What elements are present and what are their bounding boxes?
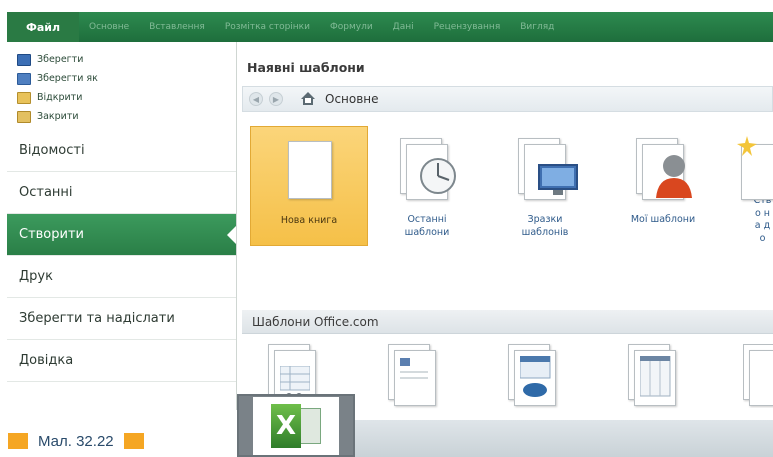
officecom-template-4[interactable]: [628, 344, 688, 408]
sample-templates-icon: [510, 134, 580, 202]
nav-item-save-send[interactable]: Зберегти та надіслати: [7, 298, 236, 340]
excel-icon-tile: X: [253, 396, 339, 455]
new-from-existing-icon: [733, 134, 773, 200]
open-label: Відкрити: [37, 92, 83, 103]
nav-item-help[interactable]: Довідка: [7, 340, 236, 382]
window-bottom-strip: [355, 420, 773, 457]
save-as-command[interactable]: Зберегти як: [17, 69, 236, 88]
officecom-title: Шаблони Office.com: [252, 314, 379, 329]
excel-icon-frame: X: [237, 394, 355, 457]
file-tab[interactable]: Файл: [7, 12, 79, 42]
template-navbar: ◀ ▶ Основне: [242, 86, 773, 112]
template-label: Нова книга: [280, 215, 338, 226]
nav-item-print[interactable]: Друк: [7, 256, 236, 298]
nav-item-recent[interactable]: Останні: [7, 172, 236, 214]
tab-data[interactable]: Дані: [383, 22, 424, 32]
forward-button[interactable]: ▶: [269, 92, 283, 106]
close-label: Закрити: [37, 111, 79, 122]
backstage-nav: Зберегти Зберегти як Відкрити Закрити Ві…: [7, 42, 237, 410]
tab-home[interactable]: Основне: [79, 22, 139, 32]
template-recent[interactable]: Останні шаблони: [368, 126, 486, 246]
template-blank-workbook[interactable]: Нова книга: [250, 126, 368, 246]
save-icon: [17, 53, 31, 66]
save-command[interactable]: Зберегти: [17, 50, 236, 69]
save-label: Зберегти: [37, 54, 84, 65]
caption-text: Мал. 32.22: [38, 432, 114, 450]
recent-templates-icon: [392, 134, 462, 202]
template-my[interactable]: Мої шаблони: [604, 126, 722, 246]
close-command[interactable]: Закрити: [17, 107, 236, 126]
template-new-from-existing[interactable]: Ство на до: [722, 126, 773, 246]
blank-workbook-icon: [274, 135, 344, 203]
save-as-icon: [17, 72, 31, 85]
officecom-templates-bar: Шаблони Office.com: [242, 310, 773, 334]
ribbon-tab-bar: Файл Основне Вставлення Розмітка сторінк…: [7, 12, 773, 42]
breadcrumb: Основне: [325, 92, 379, 106]
template-label: Останні шаблони: [404, 214, 450, 238]
home-icon[interactable]: [301, 92, 315, 106]
officecom-template-5[interactable]: [743, 344, 773, 408]
back-button[interactable]: ◀: [249, 92, 263, 106]
nav-item-info[interactable]: Відомості: [7, 130, 236, 172]
template-gallery: Нова книга Останні шаблони Зразки шаблон…: [238, 124, 773, 294]
template-label: Ство на до: [753, 194, 772, 245]
save-as-label: Зберегти як: [37, 73, 98, 84]
my-templates-icon: [628, 134, 698, 202]
officecom-template-2[interactable]: [388, 344, 448, 408]
tab-formulas[interactable]: Формули: [320, 22, 383, 32]
template-label: Зразки шаблонів: [521, 214, 569, 238]
tab-page-layout[interactable]: Розмітка сторінки: [215, 22, 320, 32]
template-label: Мої шаблони: [630, 214, 696, 225]
figure-caption: Мал. 32.22: [8, 432, 144, 450]
tab-insert[interactable]: Вставлення: [139, 22, 215, 32]
excel-logo-icon: X: [271, 403, 321, 448]
tab-view[interactable]: Вигляд: [510, 22, 564, 32]
close-folder-icon: [17, 110, 31, 123]
tab-review[interactable]: Рецензування: [424, 22, 511, 32]
quick-commands: Зберегти Зберегти як Відкрити Закрити: [7, 42, 236, 130]
new-document-panel: Наявні шаблони ◀ ▶ Основне Нова книга Ос…: [238, 42, 773, 410]
nav-item-new[interactable]: Створити: [7, 214, 236, 256]
caption-square-right: [123, 433, 144, 449]
officecom-template-3[interactable]: [508, 344, 568, 408]
open-folder-icon: [17, 91, 31, 104]
available-templates-title: Наявні шаблони: [247, 60, 365, 75]
open-command[interactable]: Відкрити: [17, 88, 236, 107]
caption-square-left: [8, 433, 28, 449]
template-samples[interactable]: Зразки шаблонів: [486, 126, 604, 246]
